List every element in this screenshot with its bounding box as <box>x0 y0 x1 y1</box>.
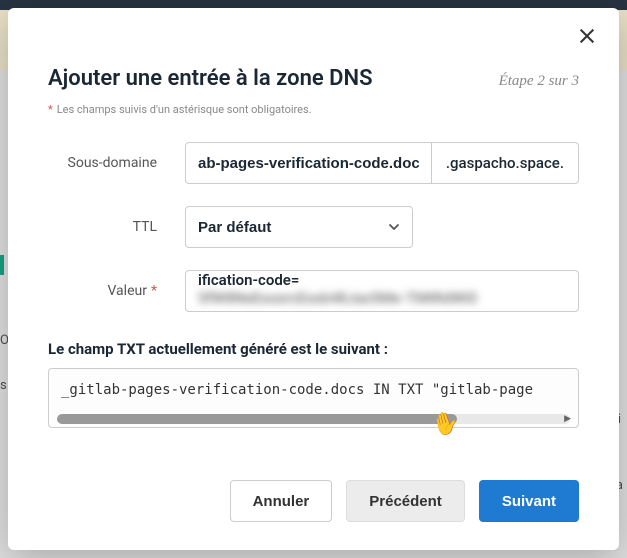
next-button[interactable]: Suivant <box>479 480 579 522</box>
generated-text: _gitlab-pages-verification-code.docs IN … <box>49 369 578 398</box>
step-indicator: Étape 2 sur 3 <box>499 73 579 90</box>
label-ttl: TTL <box>48 219 185 235</box>
domain-suffix: .gaspacho.space. <box>432 142 579 184</box>
scrollbar-horizontal[interactable]: ▶ <box>57 414 570 424</box>
row-subdomain: Sous-domaine .gaspacho.space. <box>48 142 579 184</box>
modal-header: Ajouter une entrée à la zone DNS Étape 2… <box>48 66 579 91</box>
modal-title: Ajouter une entrée à la zone DNS <box>48 66 373 91</box>
label-subdomain: Sous-domaine <box>48 155 185 171</box>
scrollbar-thumb[interactable] <box>57 414 457 424</box>
required-note: *Les champs suivis d'un astérisque sont … <box>48 103 579 116</box>
modal-dialog: Ajouter une entrée à la zone DNS Étape 2… <box>8 8 619 550</box>
generated-label: Le champ TXT actuellement généré est le … <box>48 340 579 358</box>
value-input[interactable]: ification-code=5fW8NeEsoxrcExsb48Jax5Me-… <box>185 270 579 312</box>
row-value: Valeur* ification-code=5fW8NeEsoxrcExsb4… <box>48 270 579 312</box>
ttl-select[interactable]: Par défaut <box>185 206 413 248</box>
subdomain-input[interactable] <box>185 142 432 184</box>
cancel-button[interactable]: Annuler <box>230 480 333 522</box>
previous-button[interactable]: Précédent <box>346 480 465 522</box>
close-icon[interactable] <box>575 24 599 48</box>
label-value: Valeur* <box>48 283 185 299</box>
row-ttl: TTL Par défaut <box>48 206 579 248</box>
redacted-value: 5fW8NeEsoxrcExsb48Jax5Me-TMtRdWi0 <box>198 289 477 307</box>
modal-footer: Annuler Précédent Suivant <box>48 440 579 522</box>
generated-codebox[interactable]: _gitlab-pages-verification-code.docs IN … <box>48 368 579 428</box>
scroll-arrow-right-icon: ▶ <box>564 414 571 424</box>
